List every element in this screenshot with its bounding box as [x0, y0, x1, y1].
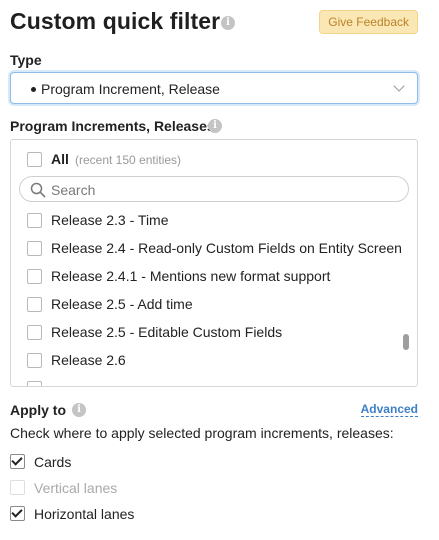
checkbox[interactable] [27, 213, 42, 228]
list-item-label: Release 2.4.1 - Mentions new format supp… [51, 268, 331, 284]
checkbox[interactable] [10, 506, 25, 521]
apply-option-vertical-lanes[interactable]: Vertical lanes [10, 479, 210, 497]
list-item[interactable]: Release 2.4 - Read-only Custom Fields on… [27, 240, 402, 258]
apply-option-label: Vertical lanes [34, 480, 118, 496]
apply-option-cards[interactable]: Cards [10, 453, 210, 471]
bullet-icon [31, 87, 36, 92]
list-item[interactable]: Release 2.4.1 - Mentions new format supp… [27, 268, 397, 286]
list-item-partial[interactable] [27, 380, 397, 386]
scrollbar[interactable] [403, 206, 409, 384]
check-icon [11, 506, 23, 518]
scrollbar-thumb[interactable] [403, 334, 409, 350]
select-all-note: (recent 150 entities) [75, 153, 182, 167]
checkbox[interactable] [27, 381, 42, 386]
chevron-down-icon [393, 80, 405, 92]
info-icon[interactable]: i [221, 16, 235, 30]
checkbox[interactable] [27, 297, 42, 312]
checkbox[interactable] [27, 241, 42, 256]
checkbox[interactable] [10, 480, 25, 495]
info-icon[interactable]: i [208, 119, 222, 133]
apply-option-label: Cards [34, 454, 72, 470]
list-item[interactable]: Release 2.5 - Add time [27, 296, 397, 314]
info-icon[interactable]: i [72, 403, 86, 417]
type-select-value: Program Increment, Release [41, 81, 220, 97]
checkbox[interactable] [27, 353, 42, 368]
checkbox[interactable] [27, 325, 42, 340]
apply-to-label: Apply to [10, 402, 66, 418]
list-item[interactable]: Release 2.6 [27, 352, 397, 370]
entities-list: All (recent 150 entities) Search Release… [10, 139, 418, 387]
search-icon [30, 182, 46, 198]
list-item-label: Release 2.6 [51, 352, 126, 368]
apply-option-horizontal-lanes[interactable]: Horizontal lanes [10, 505, 210, 523]
entities-items: Release 2.3 - Time Release 2.4 - Read-on… [11, 208, 403, 386]
checkbox[interactable] [10, 454, 25, 469]
type-select[interactable]: Program Increment, Release [10, 72, 418, 104]
apply-description: Check where to apply selected program in… [10, 425, 394, 441]
list-item[interactable]: Release 2.5 - Editable Custom Fields [27, 324, 397, 342]
list-item-label: Release 2.5 - Editable Custom Fields [51, 324, 283, 340]
entities-label: Program Increments, Releases [10, 118, 215, 134]
header: Custom quick filter i Give Feedback [10, 6, 418, 40]
check-icon [11, 454, 23, 466]
checkbox[interactable] [27, 269, 42, 284]
list-item[interactable]: Release 2.3 - Time [27, 212, 397, 230]
select-all-label: All [51, 151, 69, 167]
list-item-label: Release 2.5 - Add time [51, 296, 193, 312]
page-title: Custom quick filter [10, 8, 221, 34]
checkbox[interactable] [27, 152, 42, 167]
give-feedback-button[interactable]: Give Feedback [319, 10, 418, 34]
apply-option-label: Horizontal lanes [34, 506, 135, 522]
list-item-label: Release 2.3 - Time [51, 212, 169, 228]
list-item-label: Release 2.4 - Read-only Custom Fields on… [51, 240, 402, 256]
type-label: Type [10, 52, 42, 68]
search-placeholder: Search [51, 182, 96, 198]
search-input[interactable]: Search [19, 176, 409, 202]
advanced-link[interactable]: Advanced [360, 403, 418, 417]
